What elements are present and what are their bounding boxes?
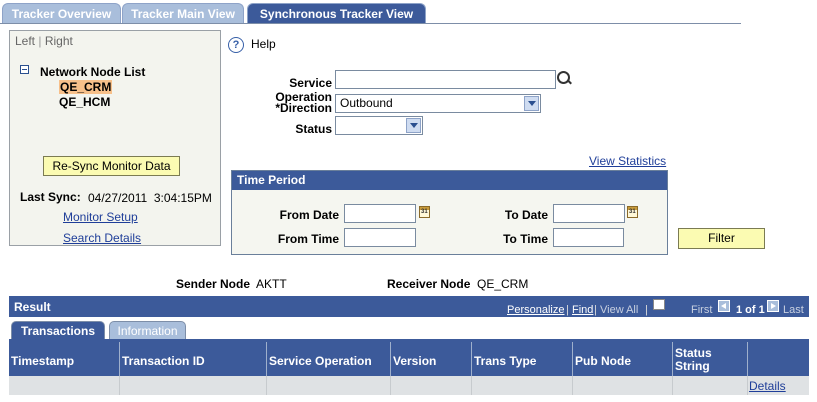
column-transaction-id[interactable]: Transaction ID <box>119 342 266 376</box>
view-statistics-link[interactable]: View Statistics <box>589 154 666 168</box>
to-time-input[interactable] <box>553 228 624 247</box>
result-bar-separator: | <box>594 304 597 316</box>
details-link[interactable]: Details <box>749 379 786 393</box>
status-select[interactable] <box>335 116 423 135</box>
tab-transactions[interactable]: Transactions <box>11 321 105 339</box>
to-time-label: To Time <box>503 232 548 246</box>
search-details-link[interactable]: Search Details <box>63 231 141 245</box>
filter-button[interactable]: Filter <box>678 228 765 249</box>
column-version[interactable]: Version <box>390 342 471 376</box>
cell-divider <box>672 376 673 395</box>
direction-value: Outbound <box>340 96 393 110</box>
cell-divider <box>390 376 391 395</box>
column-label: Timestamp <box>11 354 75 368</box>
resync-monitor-data-button[interactable]: Re-Sync Monitor Data <box>43 156 180 176</box>
column-label: Version <box>393 354 437 368</box>
column-service-operation[interactable]: Service Operation <box>266 342 390 376</box>
chevron-down-icon[interactable] <box>406 118 421 133</box>
receiver-node-label: Receiver Node <box>387 277 471 291</box>
to-date-label: To Date <box>504 208 548 222</box>
last-sync-label: Last Sync: <box>20 190 81 204</box>
next-row-icon[interactable] <box>767 300 779 312</box>
tab-tracker-overview[interactable]: Tracker Overview <box>2 3 121 24</box>
column-pub-node[interactable]: Pub Node <box>572 342 672 376</box>
collapse-tree-icon[interactable] <box>20 65 29 74</box>
time-period-title: Time Period <box>232 171 667 190</box>
from-date-label: From Date <box>279 208 339 222</box>
tree-node-qe-crm[interactable]: QE_CRM <box>59 80 113 94</box>
page-tabs: Tracker Overview Tracker Main View Synch… <box>0 0 817 24</box>
direction-select[interactable]: Outbound <box>335 94 541 113</box>
from-time-input[interactable] <box>344 228 416 247</box>
column-label: Transaction ID <box>122 354 205 368</box>
left-link[interactable]: Left <box>15 34 35 48</box>
network-node-list-title: Network Node List <box>40 65 146 79</box>
monitor-setup-link[interactable]: Monitor Setup <box>63 210 138 224</box>
column-label: Pub Node <box>575 354 631 368</box>
column-label: Trans Type <box>474 354 537 368</box>
column-label: Status String <box>675 346 712 373</box>
from-time-label: From Time <box>277 232 339 246</box>
left-right-toggle: Left | Right <box>15 34 73 48</box>
tab-underline <box>0 23 741 24</box>
cell-divider <box>119 376 120 395</box>
result-bar-separator: | <box>566 304 569 316</box>
column-trans-type[interactable]: Trans Type <box>471 342 572 376</box>
calendar-icon[interactable] <box>627 206 638 218</box>
result-header <box>9 296 809 317</box>
tree-node-qe-hcm[interactable]: QE_HCM <box>59 95 110 109</box>
last-sync-value: 04/27/2011 3:04:15PM <box>88 191 212 205</box>
sender-node-value: AKTT <box>256 277 287 291</box>
right-link[interactable]: Right <box>45 34 73 48</box>
to-date-input[interactable] <box>553 204 625 223</box>
download-grid-icon[interactable] <box>653 299 665 310</box>
cell-divider <box>471 376 472 395</box>
chevron-down-icon[interactable] <box>524 96 539 111</box>
sender-node-label: Sender Node <box>176 277 251 291</box>
tab-synchronous-tracker-view[interactable]: Synchronous Tracker View <box>247 3 426 24</box>
result-title: Result <box>14 300 51 314</box>
from-date-input[interactable] <box>344 204 416 223</box>
column-label: Service Operation <box>269 354 372 368</box>
cell-divider <box>572 376 573 395</box>
find-link[interactable]: Find <box>572 304 593 316</box>
help-icon[interactable]: ? <box>228 37 244 53</box>
table-row <box>9 376 809 395</box>
calendar-icon[interactable] <box>419 206 430 218</box>
first-link[interactable]: First <box>691 304 712 316</box>
left-right-separator: | <box>38 34 42 48</box>
cell-divider <box>266 376 267 395</box>
service-operation-label: Service Operation <box>275 76 332 104</box>
last-link[interactable]: Last <box>783 304 804 316</box>
tab-tracker-main-view[interactable]: Tracker Main View <box>122 3 244 24</box>
direction-label: *Direction <box>275 101 332 115</box>
cell-divider <box>747 376 748 395</box>
tab-information[interactable]: Information <box>109 321 186 339</box>
receiver-node-value: QE_CRM <box>477 277 529 291</box>
column-status-string[interactable]: Status String <box>672 342 747 376</box>
lookup-search-icon[interactable] <box>557 71 570 84</box>
result-bar-separator: | <box>645 304 648 316</box>
status-label: Status <box>295 122 332 136</box>
personalize-link[interactable]: Personalize <box>507 304 564 316</box>
column-timestamp[interactable]: Timestamp <box>9 342 119 376</box>
view-all-link[interactable]: View All <box>600 304 638 316</box>
previous-row-icon[interactable] <box>718 300 730 312</box>
column-details <box>747 342 809 376</box>
service-operation-input[interactable] <box>335 70 556 89</box>
row-count: 1 of 1 <box>736 304 765 316</box>
help-label[interactable]: Help <box>251 37 276 51</box>
